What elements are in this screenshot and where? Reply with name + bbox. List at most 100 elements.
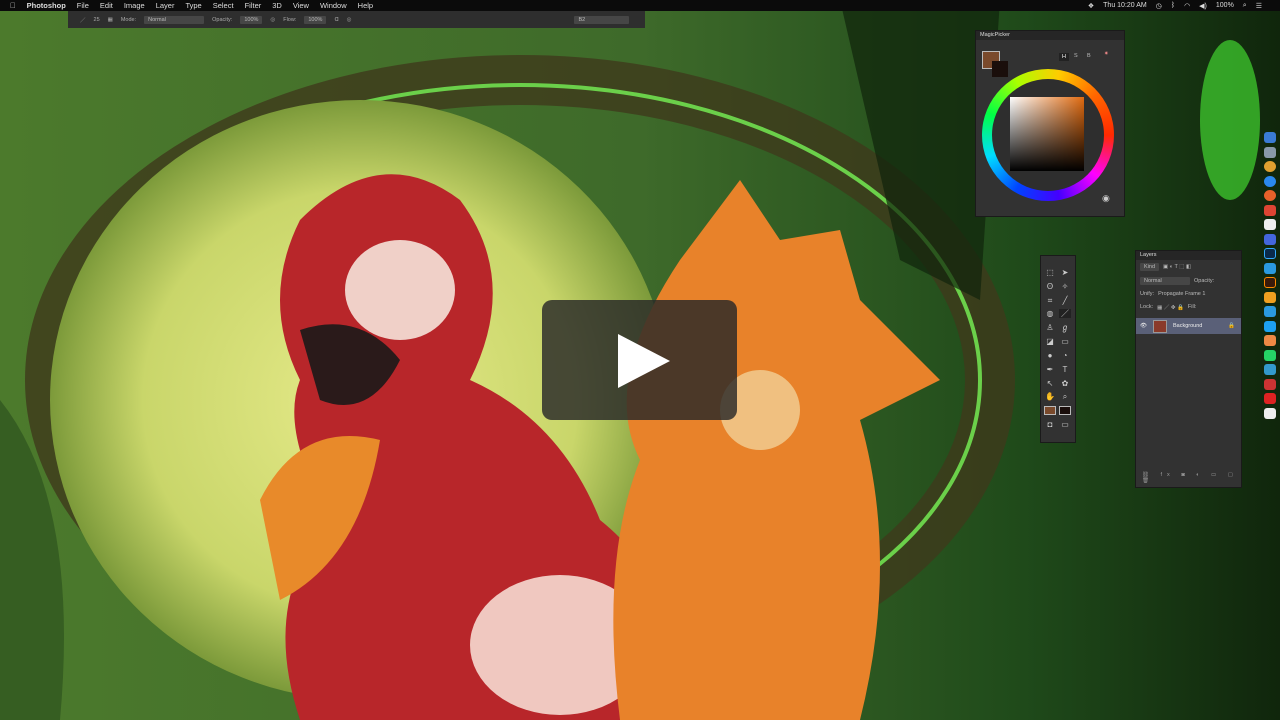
chrome-icon[interactable] — [1264, 161, 1276, 172]
menu-type[interactable]: Type — [185, 1, 201, 10]
photoshop-icon[interactable] — [1264, 248, 1276, 259]
wifi-icon[interactable]: ◠ — [1184, 2, 1190, 10]
visibility-eye-icon[interactable]: 👁 — [1140, 323, 1147, 329]
menu-view[interactable]: View — [293, 1, 309, 10]
app-icon[interactable] — [1264, 204, 1276, 216]
volume-icon[interactable]: ◀) — [1199, 2, 1207, 10]
path-select-tool-icon[interactable]: ↖ — [1044, 379, 1056, 388]
calendar-icon[interactable] — [1264, 219, 1276, 230]
apple-icon[interactable]:  — [10, 1, 16, 10]
layers-tab[interactable]: Layers — [1136, 251, 1241, 260]
filter-icons[interactable]: ▣ ◐ T ⬚ ◧ — [1163, 264, 1191, 270]
clock[interactable]: Thu 10:20 AM — [1103, 2, 1147, 9]
menu-image[interactable]: Image — [124, 1, 145, 10]
menu-select[interactable]: Select — [213, 1, 234, 10]
finder-icon[interactable] — [1264, 132, 1276, 143]
menu-window[interactable]: Window — [320, 1, 347, 10]
dodge-tool-icon[interactable]: ◔ — [1059, 351, 1071, 360]
magic-wand-tool-icon[interactable]: ✧ — [1059, 282, 1071, 291]
mac-menu-bar:  Photoshop File Edit Image Layer Type S… — [0, 0, 1280, 11]
layer-lock-icon: 🔒 — [1228, 323, 1235, 329]
battery-percent[interactable]: 100% — [1216, 2, 1234, 9]
saturation-brightness-square[interactable] — [1010, 97, 1084, 171]
menu-app[interactable]: Photoshop — [27, 1, 66, 10]
gradient-tool-icon[interactable]: ▭ — [1059, 337, 1071, 346]
brush-size[interactable]: 25 — [94, 17, 100, 23]
mode-b-button[interactable]: B — [1087, 53, 1091, 59]
menu-3d[interactable]: 3D — [272, 1, 282, 10]
magicpicker-panel: MagicPicker H S B ✷ ◉ — [975, 30, 1125, 217]
flow-field[interactable]: 100% — [304, 15, 327, 24]
settings-icon[interactable]: ✷ — [1104, 51, 1109, 57]
lasso-tool-icon[interactable]: ʘ — [1044, 282, 1056, 291]
filter-kind-select[interactable]: Kind — [1140, 263, 1160, 271]
layer-footer-buttons[interactable]: ⛓ fx ◙ ◐ ▭ ▢ 🗑 — [1142, 472, 1241, 484]
app-icon[interactable] — [1264, 393, 1276, 404]
twitter-icon[interactable] — [1264, 320, 1276, 332]
brush-tool-icon[interactable]: ／ — [80, 16, 86, 24]
menu-help[interactable]: Help — [358, 1, 373, 10]
menu-edit[interactable]: Edit — [100, 1, 113, 10]
illustrator-icon[interactable] — [1264, 277, 1276, 288]
notification-icon[interactable]: ☰ — [1256, 2, 1262, 10]
background-color-icon[interactable] — [1059, 406, 1071, 416]
background-swatch[interactable] — [992, 61, 1008, 77]
mode-select[interactable]: Normal — [144, 15, 205, 24]
foreground-color-icon[interactable] — [1044, 406, 1056, 416]
pen-tool-icon[interactable]: ✒ — [1044, 365, 1056, 374]
pressure-size-icon[interactable]: ◎ — [347, 17, 352, 23]
magicpicker-tab[interactable]: MagicPicker — [976, 31, 1124, 40]
menu-filter[interactable]: Filter — [245, 1, 262, 10]
app-icon[interactable] — [1264, 233, 1276, 245]
quick-mask-icon[interactable]: ◘ — [1044, 420, 1056, 429]
eyedropper-button-icon[interactable]: ◉ — [1102, 193, 1110, 204]
hand-tool-icon[interactable]: ✋ — [1044, 392, 1056, 401]
menu-layer[interactable]: Layer — [156, 1, 175, 10]
screen-mode-icon[interactable]: ▭ — [1059, 420, 1071, 429]
brush-tool-icon[interactable]: ／ — [1059, 309, 1071, 319]
eraser-tool-icon[interactable]: ◪ — [1044, 337, 1056, 346]
stamp-tool-icon[interactable]: ♙ — [1044, 323, 1056, 332]
zoom-tool-icon[interactable]: ⌕ — [1059, 392, 1071, 401]
vlc-icon[interactable] — [1264, 291, 1276, 303]
safari-icon[interactable] — [1264, 175, 1276, 187]
healing-tool-icon[interactable]: ◍ — [1044, 309, 1056, 318]
history-brush-tool-icon[interactable]: ℊ — [1059, 323, 1071, 332]
whatsapp-icon[interactable] — [1264, 349, 1276, 361]
opacity-field[interactable]: 100% — [240, 15, 263, 24]
blend-mode-select[interactable]: Normal — [1140, 277, 1190, 285]
firefox-icon[interactable] — [1264, 190, 1276, 201]
crop-tool-icon[interactable]: ⌗ — [1044, 296, 1056, 305]
propagate-checkbox[interactable]: Propagate Frame 1 — [1158, 291, 1205, 297]
video-play-button[interactable] — [542, 300, 737, 420]
app-icon[interactable] — [1264, 364, 1276, 375]
menu-file[interactable]: File — [77, 1, 89, 10]
options-bar: ／ 25 ▦ Mode: Normal Opacity: 100% ◎ Flow… — [68, 11, 645, 28]
dropbox-icon[interactable]: ❖ — [1088, 2, 1094, 10]
lock-label: Lock: — [1140, 304, 1154, 310]
telegram-icon[interactable] — [1264, 306, 1276, 317]
airbrush-icon[interactable]: ᗡ — [334, 17, 338, 23]
lock-icons[interactable]: ▦ ／ ✥ 🔒 — [1157, 303, 1184, 311]
workspace-select[interactable]: B2 — [574, 15, 630, 24]
pressure-opacity-icon[interactable]: ◎ — [270, 17, 275, 23]
app-icon[interactable] — [1264, 146, 1276, 158]
type-tool-icon[interactable]: T — [1059, 365, 1071, 374]
shape-tool-icon[interactable]: ✿ — [1059, 379, 1071, 388]
mode-h-button[interactable]: H — [1059, 53, 1069, 61]
layer-row-background[interactable]: 👁 Background 🔒 — [1136, 318, 1241, 334]
time-machine-icon[interactable]: ◷ — [1156, 2, 1162, 10]
app-icon[interactable] — [1264, 335, 1276, 346]
text-editor-icon[interactable] — [1264, 407, 1276, 419]
blur-tool-icon[interactable]: ● — [1044, 351, 1056, 360]
move-tool-icon[interactable]: ➤ — [1059, 268, 1071, 277]
bluetooth-icon[interactable]: ᛒ — [1171, 2, 1175, 9]
mode-s-button[interactable]: S — [1074, 53, 1078, 59]
skype-icon[interactable] — [1264, 262, 1276, 274]
app-icon[interactable] — [1264, 378, 1276, 390]
brush-panel-icon[interactable]: ▦ — [108, 17, 113, 23]
eyedropper-tool-icon[interactable]: ╱ — [1059, 296, 1071, 305]
spotlight-icon[interactable]: ⌕ — [1243, 2, 1247, 10]
marquee-tool-icon[interactable]: ⬚ — [1044, 268, 1056, 277]
opacity-label: Opacity: — [212, 16, 233, 23]
